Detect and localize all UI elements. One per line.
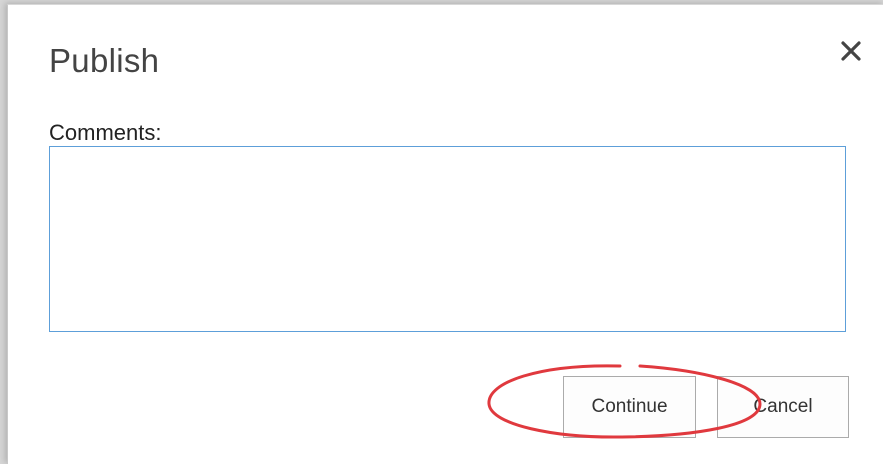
cancel-button-label: Cancel xyxy=(753,396,813,417)
continue-button[interactable]: Continue xyxy=(563,376,696,438)
publish-dialog: Publish Comments: Continue Cancel xyxy=(7,4,883,464)
continue-button-label: Continue xyxy=(591,396,668,417)
close-button[interactable] xyxy=(835,35,867,67)
comments-textarea[interactable] xyxy=(49,146,846,332)
dialog-title: Publish xyxy=(49,42,160,79)
cancel-button[interactable]: Cancel xyxy=(717,376,849,438)
close-icon xyxy=(841,41,861,61)
comments-label: Comments: xyxy=(49,120,162,145)
